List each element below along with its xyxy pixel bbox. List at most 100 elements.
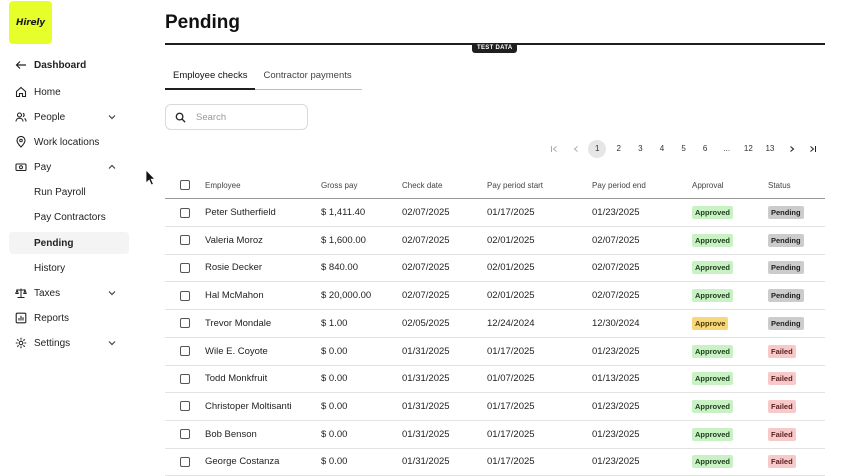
table-row[interactable]: Valeria Moroz $ 1,600.00 02/07/2025 02/01/2… bbox=[165, 227, 825, 255]
column-header-employee[interactable]: Employee bbox=[205, 172, 241, 198]
column-header-period-end[interactable]: Pay period end bbox=[592, 172, 646, 198]
sidebar-item-home[interactable]: Home bbox=[9, 81, 129, 103]
table-row[interactable]: Bob Benson $ 0.00 01/31/2025 01/17/2025 01/2… bbox=[165, 421, 825, 449]
sidebar-item-work-locations[interactable]: Work locations bbox=[9, 131, 129, 153]
approval-badge: Approved bbox=[692, 206, 734, 219]
search-box[interactable] bbox=[165, 104, 308, 130]
period-start: 01/17/2025 bbox=[487, 400, 535, 412]
sidebar-item-history[interactable]: History bbox=[9, 257, 129, 279]
check-date: 02/07/2025 bbox=[402, 207, 450, 218]
hirely-logo[interactable]: Hirely bbox=[9, 1, 52, 44]
table-header: Employee Gross pay Check date Pay period… bbox=[165, 172, 825, 199]
prev-page-button[interactable] bbox=[567, 140, 585, 158]
approval-badge: Approved bbox=[692, 427, 734, 441]
period-end: 01/23/2025 bbox=[592, 456, 640, 468]
status-badge: Failed bbox=[768, 455, 796, 469]
gross-pay: $ 1,600.00 bbox=[321, 234, 366, 246]
tab-employee-checks[interactable]: Employee checks bbox=[165, 64, 256, 90]
row-checkbox[interactable] bbox=[180, 235, 190, 246]
period-end: 12/30/2024 bbox=[592, 317, 640, 329]
page-button[interactable]: 6 bbox=[696, 140, 714, 158]
sidebar-item-label: People bbox=[34, 111, 66, 123]
last-page-button[interactable] bbox=[804, 140, 822, 158]
table-row[interactable]: Trevor Mondale $ 1.00 02/05/2025 12/24/2024… bbox=[165, 310, 825, 338]
page-button[interactable]: 3 bbox=[631, 140, 649, 158]
page-button[interactable]: 12 bbox=[739, 140, 757, 158]
chevron-down-icon[interactable] bbox=[107, 288, 117, 298]
page-button[interactable]: 1 bbox=[588, 140, 607, 158]
search-input[interactable] bbox=[196, 111, 296, 123]
search-icon bbox=[175, 112, 186, 123]
check-date: 01/31/2025 bbox=[402, 428, 450, 440]
sidebar-item-reports[interactable]: Reports bbox=[9, 307, 129, 329]
period-start: 01/07/2025 bbox=[487, 373, 535, 385]
table-row[interactable]: George Costanza $ 0.00 01/31/2025 01/17/202… bbox=[165, 448, 825, 476]
status-badge: Failed bbox=[768, 372, 796, 386]
check-date: 01/31/2025 bbox=[402, 345, 450, 357]
back-label: Dashboard bbox=[34, 59, 87, 71]
check-date: 01/31/2025 bbox=[402, 456, 450, 468]
sidebar-item-settings[interactable]: Settings bbox=[9, 332, 129, 354]
sidebar-item-pay[interactable]: Pay bbox=[9, 156, 129, 178]
approval-badge: Approved bbox=[692, 289, 734, 303]
row-checkbox[interactable] bbox=[180, 290, 190, 301]
column-header-status[interactable]: Status bbox=[768, 172, 791, 198]
page-button[interactable]: 5 bbox=[675, 140, 693, 158]
approval-badge[interactable]: Approve bbox=[692, 316, 729, 330]
tab-contractor-payments[interactable]: Contractor payments bbox=[255, 64, 362, 90]
gross-pay: $ 1.00 bbox=[321, 317, 348, 329]
row-checkbox[interactable] bbox=[180, 373, 190, 384]
employee-name: Valeria Moroz bbox=[205, 234, 263, 246]
table-row[interactable]: Hal McMahon $ 20,000.00 02/07/2025 02/01/20… bbox=[165, 282, 825, 311]
row-checkbox[interactable] bbox=[180, 346, 190, 356]
row-checkbox[interactable] bbox=[180, 262, 190, 273]
sidebar-item-run-payroll[interactable]: Run Payroll bbox=[9, 181, 129, 203]
chevron-down-icon[interactable] bbox=[107, 338, 117, 348]
back-to-dashboard[interactable]: Dashboard bbox=[9, 54, 129, 76]
sidebar-item-pay-contractors[interactable]: Pay Contractors bbox=[9, 206, 129, 228]
select-all-checkbox[interactable] bbox=[180, 180, 190, 190]
page-button[interactable]: 4 bbox=[653, 140, 671, 158]
sidebar-item-pending[interactable]: Pending bbox=[9, 232, 129, 254]
column-header-period-start[interactable]: Pay period start bbox=[487, 172, 543, 198]
mouse-cursor-icon bbox=[145, 169, 156, 186]
chevron-up-icon[interactable] bbox=[107, 162, 117, 172]
period-start: 02/01/2025 bbox=[487, 262, 535, 274]
row-checkbox[interactable] bbox=[180, 401, 190, 412]
sidebar-item-taxes[interactable]: Taxes bbox=[9, 282, 129, 304]
employee-name: Rosie Decker bbox=[205, 262, 263, 274]
employee-name: Trevor Mondale bbox=[205, 317, 272, 329]
page-button[interactable]: 2 bbox=[610, 140, 628, 158]
people-icon bbox=[14, 110, 28, 124]
tab-bar: Employee checks Contractor payments bbox=[165, 64, 362, 90]
table-row[interactable]: Rosie Decker $ 840.00 02/07/2025 02/01/2025… bbox=[165, 254, 825, 283]
sidebar-item-label: Home bbox=[34, 86, 61, 98]
employee-name: Hal McMahon bbox=[205, 290, 264, 302]
table-row[interactable]: Todd Monkfruit $ 0.00 01/31/2025 01/07/2025… bbox=[165, 365, 825, 394]
table-row[interactable]: Peter Sutherfield $ 1,411.40 02/07/2025 01/… bbox=[165, 199, 825, 227]
row-checkbox[interactable] bbox=[180, 429, 190, 440]
next-page-button[interactable] bbox=[783, 140, 801, 158]
table-row[interactable]: Christoper Moltisanti $ 0.00 01/31/2025 01/… bbox=[165, 393, 825, 421]
check-date: 01/31/2025 bbox=[402, 400, 450, 412]
column-header-approval[interactable]: Approval bbox=[692, 172, 724, 198]
chevron-down-icon[interactable] bbox=[107, 112, 117, 122]
row-checkbox[interactable] bbox=[180, 207, 190, 218]
row-checkbox[interactable] bbox=[180, 456, 190, 467]
row-checkbox[interactable] bbox=[180, 318, 190, 329]
page-button[interactable]: 13 bbox=[761, 140, 779, 158]
gross-pay: $ 0.00 bbox=[321, 456, 348, 468]
table-row[interactable]: Wile E. Coyote $ 0.00 01/31/2025 01/17/2025… bbox=[165, 338, 825, 366]
column-header-gross-pay[interactable]: Gross pay bbox=[321, 172, 357, 198]
sidebar-item-people[interactable]: People bbox=[9, 106, 129, 128]
gross-pay: $ 840.00 bbox=[321, 262, 358, 274]
sidebar-item-label: Pay Contractors bbox=[34, 211, 106, 223]
approval-badge: Approved bbox=[692, 372, 734, 386]
employee-name: Todd Monkfruit bbox=[205, 373, 268, 385]
sidebar-item-label: Taxes bbox=[34, 287, 61, 299]
period-end: 02/07/2025 bbox=[592, 290, 640, 302]
column-header-check-date[interactable]: Check date bbox=[402, 172, 442, 198]
period-start: 01/17/2025 bbox=[487, 207, 535, 218]
employee-name: Peter Sutherfield bbox=[205, 207, 276, 218]
first-page-button[interactable] bbox=[545, 140, 563, 158]
